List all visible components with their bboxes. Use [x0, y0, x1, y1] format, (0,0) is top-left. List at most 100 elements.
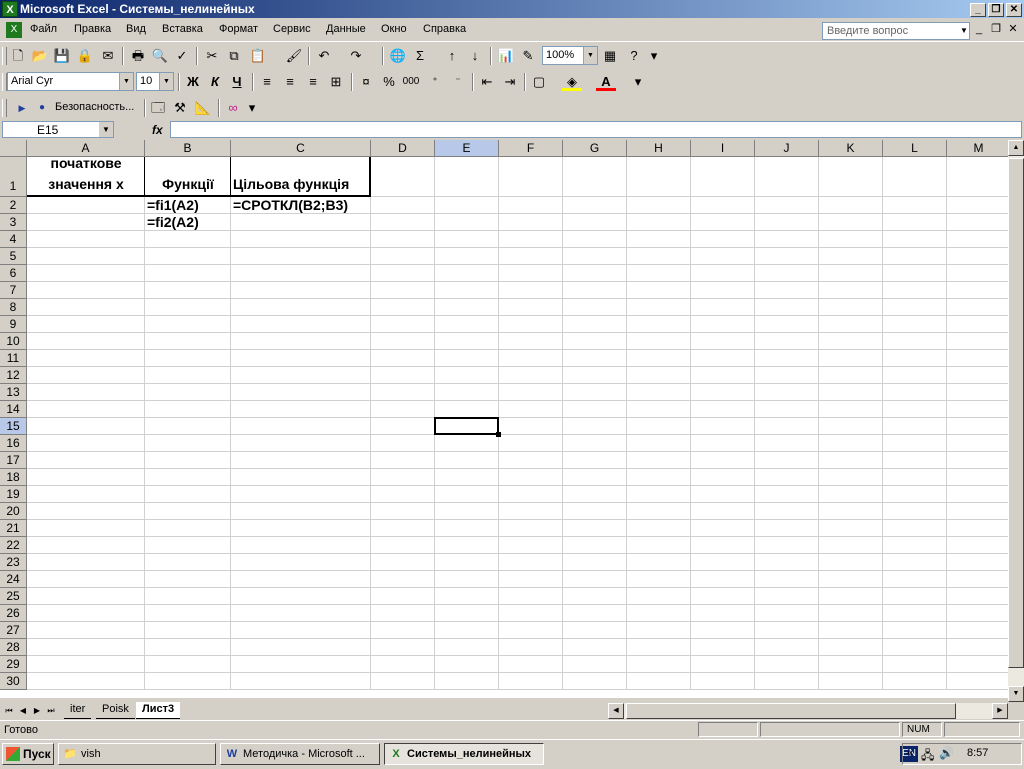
menu-data[interactable]: Данные	[326, 23, 366, 35]
cell-D20[interactable]	[371, 503, 435, 520]
column-header[interactable]: F	[499, 140, 563, 157]
function-icon[interactable]: fx	[152, 123, 163, 137]
cell-F28[interactable]	[499, 639, 563, 656]
cell-F26[interactable]	[499, 605, 563, 622]
cell-G4[interactable]	[563, 231, 627, 248]
cell-A13[interactable]	[27, 384, 145, 401]
sort-ascending-icon[interactable]: ↑	[442, 46, 462, 66]
cell-E24[interactable]	[435, 571, 499, 588]
cell-L15[interactable]	[883, 418, 947, 435]
cell-C29[interactable]	[231, 656, 371, 673]
cell-C17[interactable]	[231, 452, 371, 469]
cell-J18[interactable]	[755, 469, 819, 486]
cell-H1[interactable]	[627, 157, 691, 197]
cell-J5[interactable]	[755, 248, 819, 265]
cell-A12[interactable]	[27, 367, 145, 384]
cell-H13[interactable]	[627, 384, 691, 401]
toolbar-options-icon[interactable]: ▾	[644, 46, 664, 66]
cell-B15[interactable]	[145, 418, 231, 435]
cell-I13[interactable]	[691, 384, 755, 401]
cell-D27[interactable]	[371, 622, 435, 639]
macro-icon[interactable]: ∞	[223, 98, 243, 118]
cell-D2[interactable]	[371, 197, 435, 214]
cell-G12[interactable]	[563, 367, 627, 384]
cell-F20[interactable]	[499, 503, 563, 520]
first-sheet-icon[interactable]: ⏮	[3, 704, 15, 717]
menu-window[interactable]: Окно	[381, 23, 407, 35]
decrease-decimal-icon[interactable]: ⁻	[448, 72, 468, 92]
cell-I12[interactable]	[691, 367, 755, 384]
toolbar-options-icon[interactable]: ▾	[242, 98, 262, 118]
cell-M29[interactable]	[947, 656, 1008, 673]
cell-K2[interactable]	[819, 197, 883, 214]
cell-A21[interactable]	[27, 520, 145, 537]
paste-icon[interactable]: 📋	[248, 46, 268, 66]
cell-C27[interactable]	[231, 622, 371, 639]
cell-G29[interactable]	[563, 656, 627, 673]
cell-L23[interactable]	[883, 554, 947, 571]
cell-E18[interactable]	[435, 469, 499, 486]
align-left-icon[interactable]: ≡	[257, 72, 277, 92]
cell-I2[interactable]	[691, 197, 755, 214]
cell-A25[interactable]	[27, 588, 145, 605]
cell-J23[interactable]	[755, 554, 819, 571]
cell-B19[interactable]	[145, 486, 231, 503]
cell-A20[interactable]	[27, 503, 145, 520]
cell-C21[interactable]	[231, 520, 371, 537]
cell-F8[interactable]	[499, 299, 563, 316]
cell-J10[interactable]	[755, 333, 819, 350]
cell-B11[interactable]	[145, 350, 231, 367]
cell-L9[interactable]	[883, 316, 947, 333]
taskbar-item-vish[interactable]: 📁 vish	[58, 743, 216, 765]
cell-J8[interactable]	[755, 299, 819, 316]
cell-I6[interactable]	[691, 265, 755, 282]
cell-K9[interactable]	[819, 316, 883, 333]
cell-G21[interactable]	[563, 520, 627, 537]
cell-H9[interactable]	[627, 316, 691, 333]
cell-G8[interactable]	[563, 299, 627, 316]
cell-J9[interactable]	[755, 316, 819, 333]
cell-L10[interactable]	[883, 333, 947, 350]
active-cell[interactable]	[434, 417, 499, 435]
cell-K5[interactable]	[819, 248, 883, 265]
row-header[interactable]: 10	[0, 333, 27, 350]
cell-M13[interactable]	[947, 384, 1008, 401]
horizontal-scrollbar[interactable]: ◀ ▶	[608, 703, 1008, 719]
cell-M15[interactable]	[947, 418, 1008, 435]
cell-L21[interactable]	[883, 520, 947, 537]
cell-L24[interactable]	[883, 571, 947, 588]
decrease-indent-icon[interactable]: ⇤	[477, 72, 497, 92]
cell-C16[interactable]	[231, 435, 371, 452]
cell-B18[interactable]	[145, 469, 231, 486]
cell-A28[interactable]	[27, 639, 145, 656]
align-right-icon[interactable]: ≡	[303, 72, 323, 92]
cell-L13[interactable]	[883, 384, 947, 401]
cell-G16[interactable]	[563, 435, 627, 452]
row-header[interactable]: 6	[0, 265, 27, 282]
cell-M30[interactable]	[947, 673, 1008, 690]
cell-D16[interactable]	[371, 435, 435, 452]
cell-G1[interactable]	[563, 157, 627, 197]
cell-D12[interactable]	[371, 367, 435, 384]
cell-A5[interactable]	[27, 248, 145, 265]
next-sheet-icon[interactable]: ▶	[31, 704, 43, 717]
cell-K13[interactable]	[819, 384, 883, 401]
cell-K8[interactable]	[819, 299, 883, 316]
cell-K12[interactable]	[819, 367, 883, 384]
cell-I25[interactable]	[691, 588, 755, 605]
cell-H20[interactable]	[627, 503, 691, 520]
cell-L4[interactable]	[883, 231, 947, 248]
cell-A15[interactable]	[27, 418, 145, 435]
new-file-icon[interactable]: 🗋	[8, 46, 28, 66]
cell-G15[interactable]	[563, 418, 627, 435]
sheet-tab-poisk[interactable]: Poisk	[96, 702, 135, 719]
row-header[interactable]: 2	[0, 197, 27, 214]
cell-H2[interactable]	[627, 197, 691, 214]
cell-F15[interactable]	[499, 418, 563, 435]
cell-F7[interactable]	[499, 282, 563, 299]
cell-A6[interactable]	[27, 265, 145, 282]
cell-J12[interactable]	[755, 367, 819, 384]
cell-G3[interactable]	[563, 214, 627, 231]
menu-file[interactable]: Файл	[30, 23, 57, 35]
cell-H18[interactable]	[627, 469, 691, 486]
